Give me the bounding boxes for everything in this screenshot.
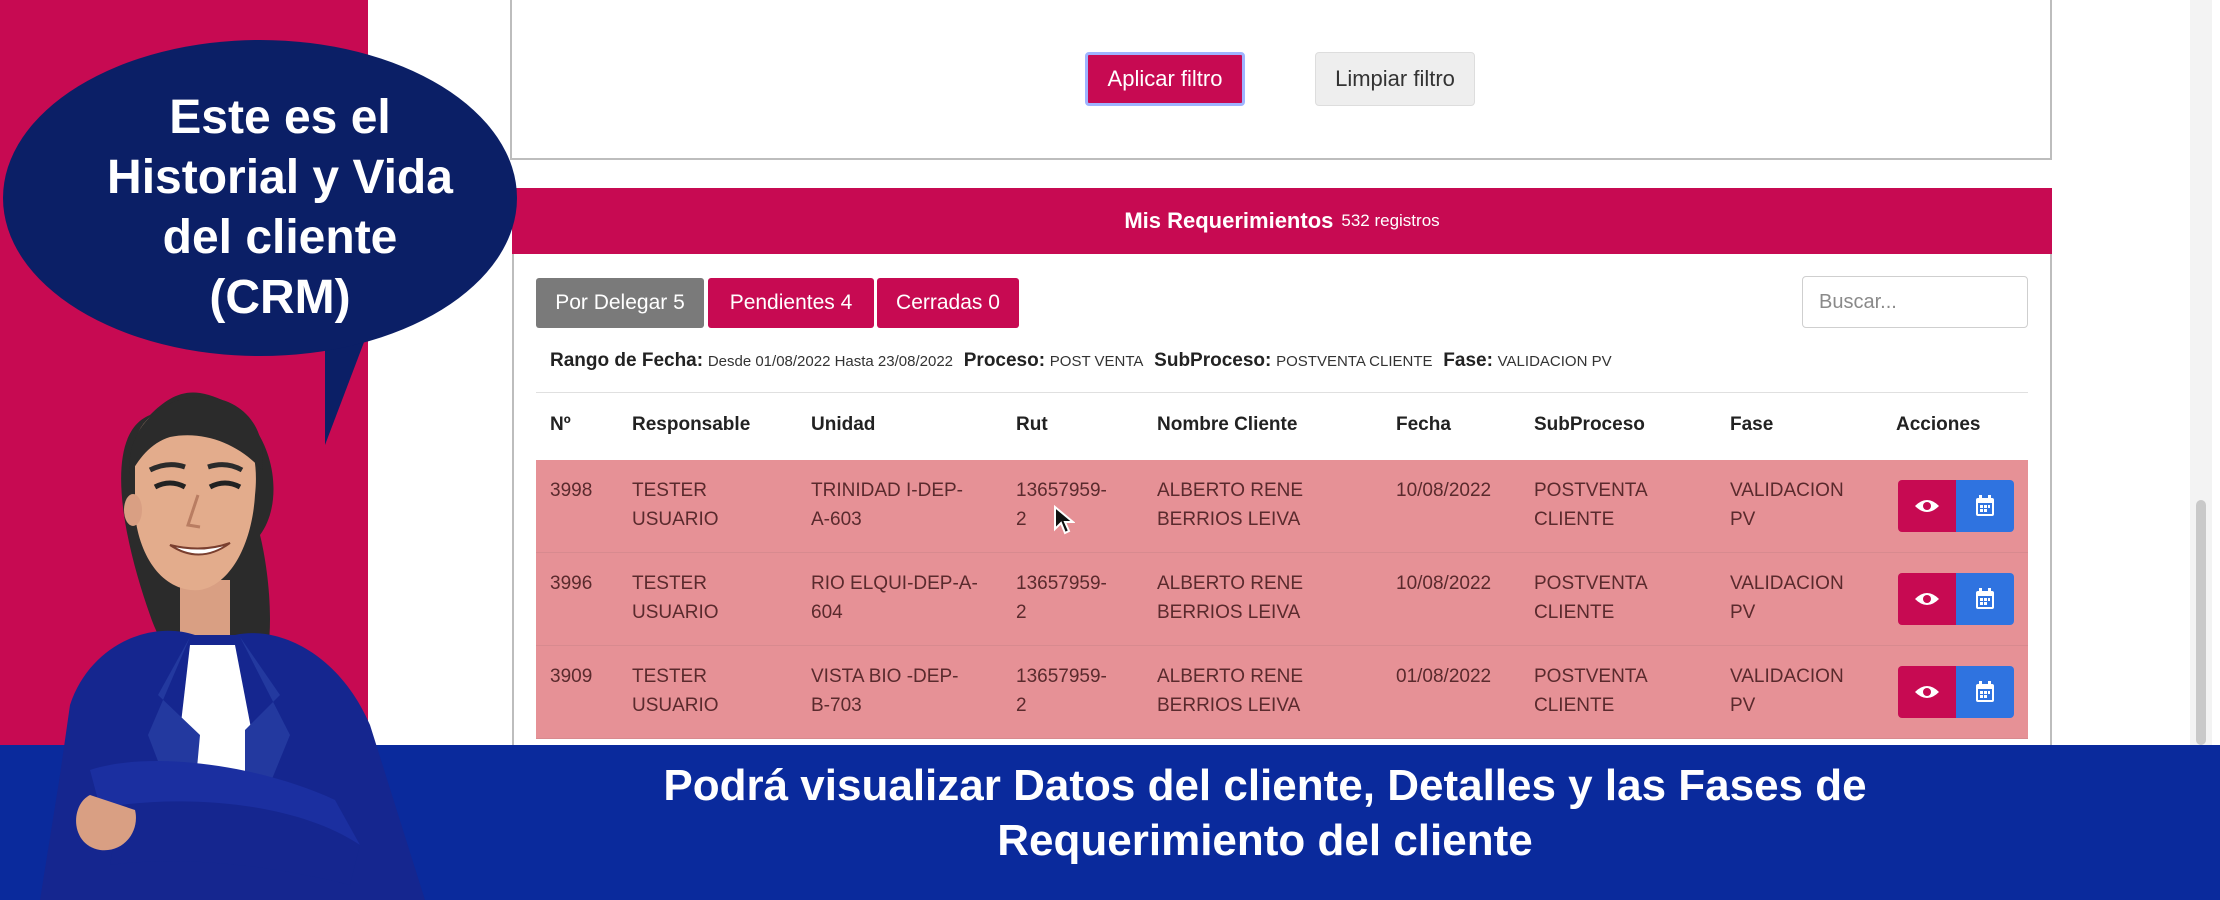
cell-nombre-cliente: ALBERTO RENE BERRIOS LEIVA — [1157, 573, 1304, 623]
cell-unidad: RIO ELQUI-DEP-A- 604 — [811, 573, 978, 623]
eye-icon — [1915, 593, 1939, 605]
clear-filter-button[interactable]: Limpiar filtro — [1315, 52, 1475, 106]
cell-fecha: 10/08/2022 — [1396, 480, 1492, 501]
cell-fase: VALIDACION PV — [1730, 573, 1844, 623]
calendar-button[interactable] — [1956, 573, 2014, 625]
cell-nombre-cliente: ALBERTO RENE BERRIOS LEIVA — [1157, 666, 1304, 716]
calendar-icon — [1976, 681, 1994, 702]
cell-responsable: TESTER USUARIO — [632, 573, 719, 623]
subprocess-value: POSTVENTA CLIENTE — [1276, 353, 1433, 370]
requirements-title: Mis Requerimientos — [1124, 208, 1334, 233]
cell-rut: 13657959- 2 — [1016, 666, 1107, 716]
banner-caption: Podrá visualizar Datos del cliente, Deta… — [560, 758, 1970, 868]
requirements-count: 532 registros — [1341, 211, 1440, 230]
cell-fecha: 10/08/2022 — [1396, 573, 1492, 594]
phase-label: Fase: — [1443, 350, 1493, 371]
cell-subproceso: POSTVENTA CLIENTE — [1534, 480, 1648, 530]
filter-summary: Rango de Fecha: Desde 01/08/2022 Hasta 2… — [550, 350, 2030, 380]
bubble-text: Este es el Historial y Vida del cliente … — [60, 88, 500, 328]
view-button[interactable] — [1898, 480, 1956, 532]
cell-fase: VALIDACION PV — [1730, 666, 1844, 716]
divider — [536, 392, 2028, 393]
table-row: 3909 TESTER USUARIO VISTA BIO -DEP- B-703 … — [536, 646, 2028, 739]
bubble-line-2: Historial y Vida — [107, 151, 453, 204]
col-header-unidad: Unidad — [811, 414, 876, 435]
search-input[interactable] — [1802, 276, 2028, 328]
cell-unidad: TRINIDAD I-DEP- A-603 — [811, 480, 963, 530]
apply-filter-button[interactable]: Aplicar filtro — [1085, 52, 1245, 106]
eye-icon — [1915, 686, 1939, 698]
cell-fase: VALIDACION PV — [1730, 480, 1844, 530]
tab-cerradas[interactable]: Cerradas 0 — [877, 278, 1019, 328]
view-button[interactable] — [1898, 573, 1956, 625]
cell-rut: 13657959- 2 — [1016, 573, 1107, 623]
cell-responsable: TESTER USUARIO — [632, 480, 719, 530]
cell-unidad: VISTA BIO -DEP- B-703 — [811, 666, 959, 716]
cell-fecha: 01/08/2022 — [1396, 666, 1492, 687]
col-header-nombre-cliente: Nombre Cliente — [1157, 414, 1298, 435]
cell-nombre-cliente: ALBERTO RENE BERRIOS LEIVA — [1157, 480, 1304, 530]
cell-subproceso: POSTVENTA CLIENTE — [1534, 666, 1648, 716]
process-value: POST VENTA — [1049, 353, 1144, 370]
table-row: 3996 TESTER USUARIO RIO ELQUI-DEP-A- 604 1… — [536, 553, 2028, 646]
calendar-button[interactable] — [1956, 666, 2014, 718]
col-header-rut: Rut — [1016, 414, 1048, 435]
eye-icon — [1915, 500, 1939, 512]
table-row: 3998 TESTER USUARIO TRINIDAD I-DEP- A-603 … — [536, 460, 2028, 553]
calendar-icon — [1976, 495, 1994, 516]
col-header-subproceso: SubProceso — [1534, 414, 1645, 435]
process-label: Proceso: — [963, 350, 1046, 371]
col-header-fecha: Fecha — [1396, 414, 1451, 435]
col-header-number: Nº — [550, 414, 571, 435]
scrollbar-thumb[interactable] — [2196, 500, 2206, 745]
cell-responsable: TESTER USUARIO — [632, 666, 719, 716]
bubble-line-1: Este es el — [169, 91, 391, 144]
cell-number: 3998 — [550, 480, 593, 501]
range-value: Desde 01/08/2022 Hasta 23/08/2022 — [707, 353, 954, 370]
tab-pendientes[interactable]: Pendientes 4 — [708, 278, 874, 328]
col-header-acciones: Acciones — [1896, 414, 1981, 435]
view-button[interactable] — [1898, 666, 1956, 718]
cell-number: 3996 — [550, 573, 593, 594]
col-header-responsable: Responsable — [632, 414, 751, 435]
calendar-button[interactable] — [1956, 480, 2014, 532]
banner-line-2: Requerimiento del cliente — [997, 816, 1533, 865]
tab-por-delegar[interactable]: Por Delegar 5 — [536, 278, 704, 328]
bubble-line-3: del cliente — [162, 211, 398, 264]
range-label: Rango de Fecha: — [550, 350, 704, 371]
calendar-icon — [1976, 588, 1994, 609]
mouse-pointer-icon — [1054, 505, 1075, 535]
banner-line-1: Podrá visualizar Datos del cliente, Deta… — [663, 761, 1867, 810]
filter-panel — [510, 0, 2052, 160]
requirements-header: Mis Requerimientos 532 registros — [512, 188, 2052, 254]
col-header-fase: Fase — [1730, 414, 1774, 435]
bubble-line-4: (CRM) — [209, 271, 351, 324]
cell-subproceso: POSTVENTA CLIENTE — [1534, 573, 1648, 623]
subprocess-label: SubProceso: — [1154, 350, 1272, 371]
phase-value: VALIDACION PV — [1497, 353, 1612, 370]
cell-number: 3909 — [550, 666, 593, 687]
woman-character-illustration — [40, 392, 425, 900]
